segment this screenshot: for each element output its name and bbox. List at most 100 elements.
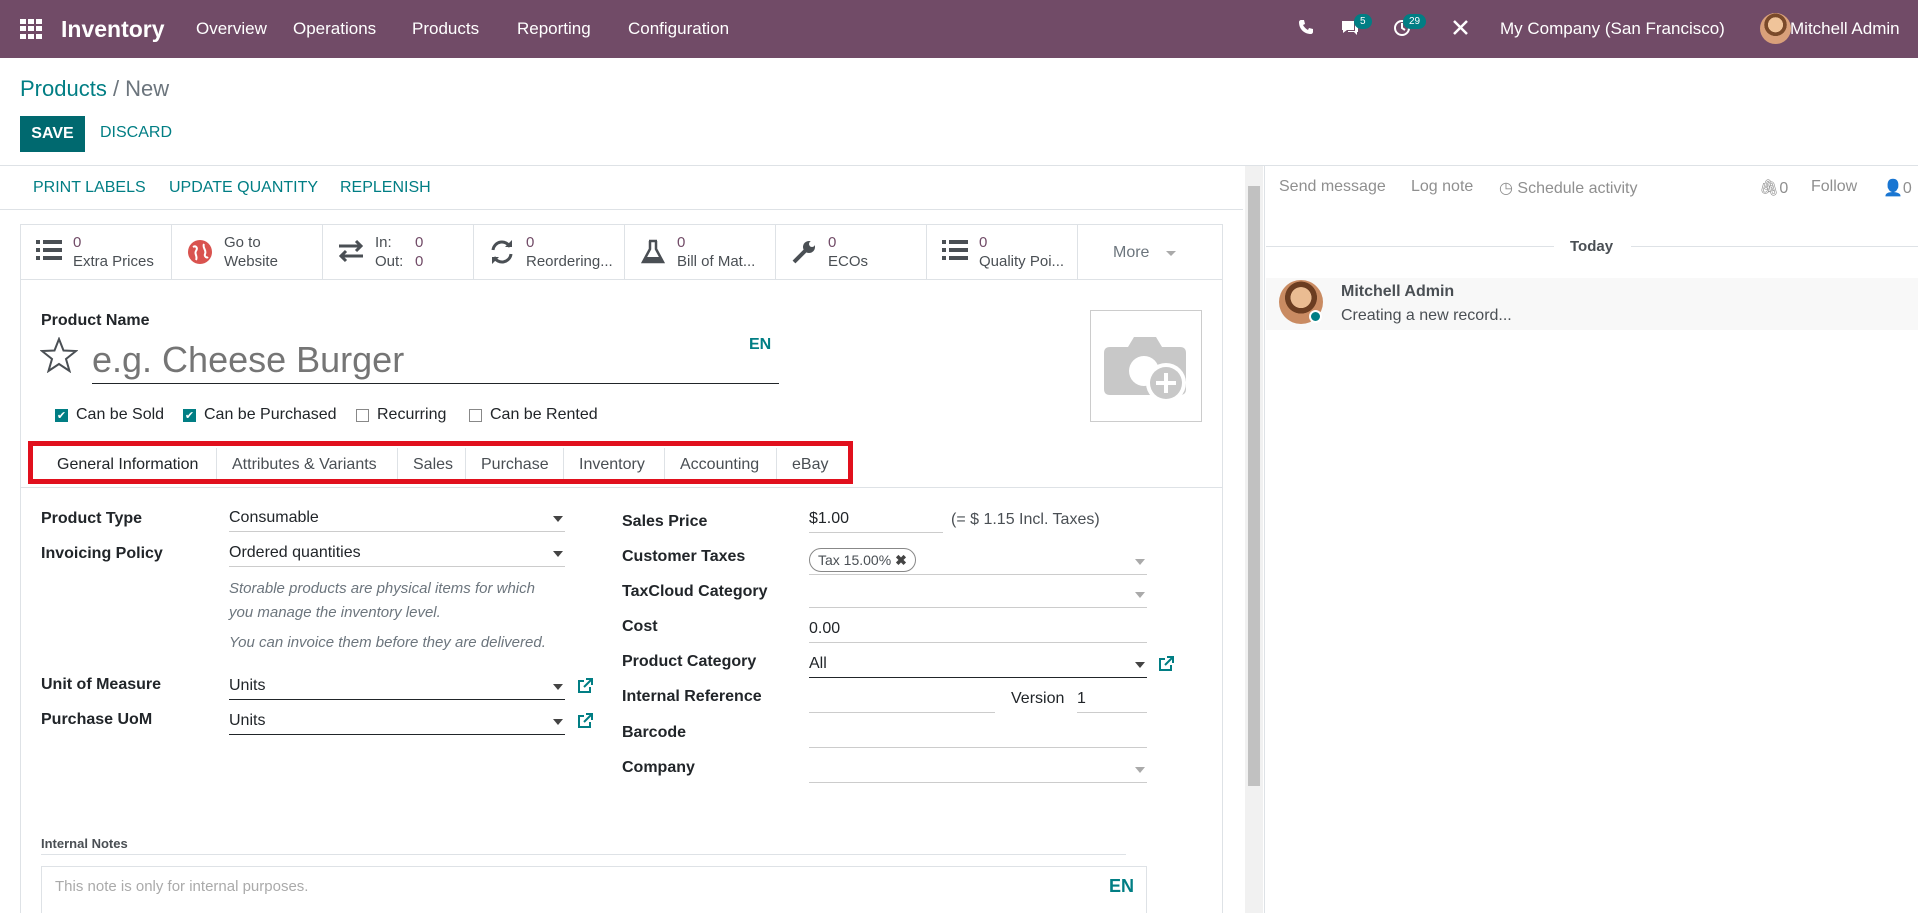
divider <box>0 209 1243 210</box>
company-switcher[interactable]: My Company (San Francisco) <box>1500 19 1725 39</box>
online-status-icon <box>1309 310 1322 323</box>
barcode-input[interactable] <box>809 722 1147 748</box>
menu-products[interactable]: Products <box>412 19 479 39</box>
date-separator-today: Today <box>1570 238 1614 255</box>
phone-icon[interactable] <box>1298 19 1314 40</box>
in-label: In: <box>375 234 392 251</box>
follow-button[interactable]: Follow <box>1811 178 1857 196</box>
user-avatar[interactable] <box>1760 13 1791 44</box>
extra-prices-smart-button[interactable]: 0 Extra Prices <box>21 225 172 280</box>
recurring-checkbox[interactable]: Recurring <box>356 406 446 424</box>
quality-points-smart-button[interactable]: 0 Quality Poi... <box>927 225 1078 280</box>
reordering-smart-button[interactable]: 0 Reordering... <box>474 225 625 280</box>
caret-down-icon <box>1135 662 1145 668</box>
refresh-icon <box>488 239 516 267</box>
smart-value: 0 <box>677 234 686 251</box>
version-input[interactable]: 1 <box>1077 687 1147 713</box>
smart-value: 0 <box>979 234 988 251</box>
debug-tools-icon[interactable] <box>1452 19 1469 41</box>
checkbox-label: Recurring <box>377 406 447 423</box>
product-type-value: Consumable <box>229 509 319 526</box>
save-button[interactable]: SAVE <box>20 116 85 152</box>
cost-input[interactable]: 0.00 <box>809 617 1147 643</box>
smart-value: 0 <box>828 234 837 251</box>
external-link-icon[interactable] <box>577 678 593 699</box>
translate-language-button[interactable]: EN <box>749 336 771 354</box>
camera-add-icon <box>1104 333 1190 410</box>
sales-price-input[interactable]: $1.00 <box>809 507 943 533</box>
sales-price-label: Sales Price <box>622 513 708 530</box>
discard-button[interactable]: DISCARD <box>100 124 172 142</box>
taxcloud-category-select[interactable] <box>809 582 1147 608</box>
internal-notes-label: Internal Notes <box>41 836 128 851</box>
smart-buttons-row: 0 Extra Prices Go to Website In: 0 Out: … <box>21 225 1222 280</box>
notes-translate-button[interactable]: EN <box>1109 876 1134 897</box>
scrollbar-thumb[interactable] <box>1248 186 1260 786</box>
messages-badge: 5 <box>1354 14 1372 29</box>
out-label: Out: <box>375 253 404 270</box>
version-label: Version <box>1011 690 1065 707</box>
caret-down-icon <box>553 684 563 690</box>
user-menu[interactable]: Mitchell Admin <box>1790 19 1900 39</box>
menu-overview[interactable]: Overview <box>196 19 267 39</box>
purchase-uom-label: Purchase UoM <box>41 711 153 728</box>
in-value: 0 <box>415 234 424 251</box>
more-smart-buttons-dropdown[interactable]: More <box>1078 225 1222 280</box>
update-quantity-button[interactable]: UPDATE QUANTITY <box>169 179 318 197</box>
smart-value: 0 <box>73 234 82 251</box>
apps-menu-icon[interactable] <box>20 19 42 39</box>
caret-down-icon <box>1166 251 1176 256</box>
can-be-sold-checkbox[interactable]: ✔ Can be Sold <box>55 406 164 424</box>
product-type-select[interactable]: Consumable <box>229 506 565 532</box>
bill-of-materials-smart-button[interactable]: 0 Bill of Mat... <box>625 225 776 280</box>
product-category-value: All <box>809 655 827 672</box>
followers-button[interactable]: 👤0 <box>1883 178 1912 198</box>
internal-notes-editor[interactable]: This note is only for internal purposes.… <box>41 866 1147 913</box>
go-to-website-smart-button[interactable]: Go to Website <box>172 225 323 280</box>
date-separator-line <box>1631 246 1918 247</box>
form-scrollbar[interactable] <box>1245 166 1263 913</box>
menu-reporting[interactable]: Reporting <box>517 19 591 39</box>
menu-configuration[interactable]: Configuration <box>628 19 729 39</box>
breadcrumb: Products / New <box>20 76 169 102</box>
product-name-input[interactable] <box>92 336 779 384</box>
print-labels-button[interactable]: PRINT LABELS <box>33 179 146 197</box>
can-be-purchased-checkbox[interactable]: ✔ Can be Purchased <box>183 406 337 424</box>
caret-down-icon <box>553 516 563 522</box>
breadcrumb-current: New <box>125 76 170 101</box>
product-image-upload[interactable] <box>1090 310 1202 422</box>
caret-down-icon <box>1135 592 1145 598</box>
more-label: More <box>1113 244 1150 261</box>
internal-reference-input[interactable] <box>809 687 995 713</box>
breadcrumb-products-link[interactable]: Products <box>20 76 107 101</box>
external-link-icon[interactable] <box>577 713 593 734</box>
company-select[interactable] <box>809 757 1147 783</box>
date-separator-line <box>1266 246 1554 247</box>
unit-of-measure-select[interactable]: Units <box>229 674 565 700</box>
menu-operations[interactable]: Operations <box>293 19 376 39</box>
in-out-smart-button[interactable]: In: 0 Out: 0 <box>323 225 474 280</box>
smart-label: Bill of Mat... <box>677 253 756 270</box>
replenish-button[interactable]: REPLENISH <box>340 179 431 197</box>
purchase-uom-select[interactable]: Units <box>229 709 565 735</box>
flask-icon <box>639 239 667 267</box>
attachments-count: 0 <box>1779 180 1789 197</box>
send-message-button[interactable]: Send message <box>1279 178 1386 196</box>
app-name[interactable]: Inventory <box>61 16 165 43</box>
notes-placeholder: This note is only for internal purposes. <box>55 878 309 895</box>
remove-tag-icon[interactable]: ✖ <box>895 552 907 568</box>
ecos-smart-button[interactable]: 0 ECOs <box>776 225 927 280</box>
price-incl-taxes: (= $ 1.15 Incl. Taxes) <box>951 511 1100 528</box>
can-be-rented-checkbox[interactable]: Can be Rented <box>469 406 598 424</box>
schedule-activity-button[interactable]: ◷ Schedule activity <box>1499 178 1637 198</box>
log-note-button[interactable]: Log note <box>1411 178 1473 196</box>
attachments-button[interactable]: 🖇0 <box>1759 178 1788 198</box>
message-author[interactable]: Mitchell Admin <box>1341 283 1454 301</box>
invoicing-policy-select[interactable]: Ordered quantities <box>229 541 565 567</box>
favorite-star-icon[interactable] <box>39 336 79 378</box>
unit-of-measure-value: Units <box>229 677 266 694</box>
message-body: Creating a new record... <box>1341 307 1512 324</box>
taxcloud-category-label: TaxCloud Category <box>622 583 768 600</box>
product-category-select[interactable]: All <box>809 652 1147 678</box>
external-link-icon[interactable] <box>1158 656 1174 677</box>
